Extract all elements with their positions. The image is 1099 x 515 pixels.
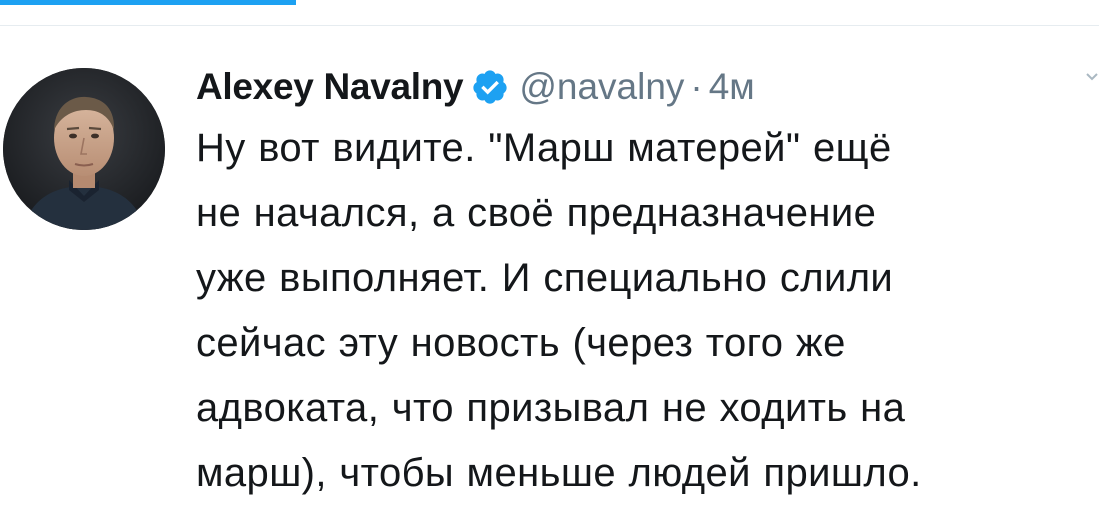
tweet-content: Alexey Navalny @navalny · 4м Ну вот види… (196, 60, 1091, 506)
avatar-portrait (3, 68, 165, 230)
author-handle[interactable]: @navalny (519, 66, 684, 108)
author-display-name[interactable]: Alexey Navalny (196, 66, 464, 108)
tweet-text-line: не начался, а своё предназначение (196, 191, 877, 235)
tweet-timestamp[interactable]: 4м (709, 66, 755, 108)
tweet-text: Ну вот видите. "Марш матерей" ещё не нач… (196, 116, 1091, 506)
header-separator: · (690, 66, 703, 107)
tweet-header: Alexey Navalny @navalny · 4м (196, 60, 1091, 114)
tweet-text-line: уже выполняет. И специально слили (196, 256, 894, 300)
active-tab-indicator (0, 0, 296, 5)
top-divider (0, 25, 1099, 26)
tweet-text-line: марш), чтобы меньше людей пришло. (196, 451, 922, 495)
tweet-text-line: адвоката, что призывал не ходить на (196, 386, 906, 430)
tweet-text-line: сейчас эту новость (через того же (196, 321, 846, 365)
avatar[interactable] (3, 68, 165, 230)
tweet-text-line: Ну вот видите. "Марш матерей" ещё (196, 126, 892, 170)
verified-badge-icon (471, 68, 509, 106)
tweet-screen: Alexey Navalny @navalny · 4м Ну вот види… (0, 0, 1099, 515)
